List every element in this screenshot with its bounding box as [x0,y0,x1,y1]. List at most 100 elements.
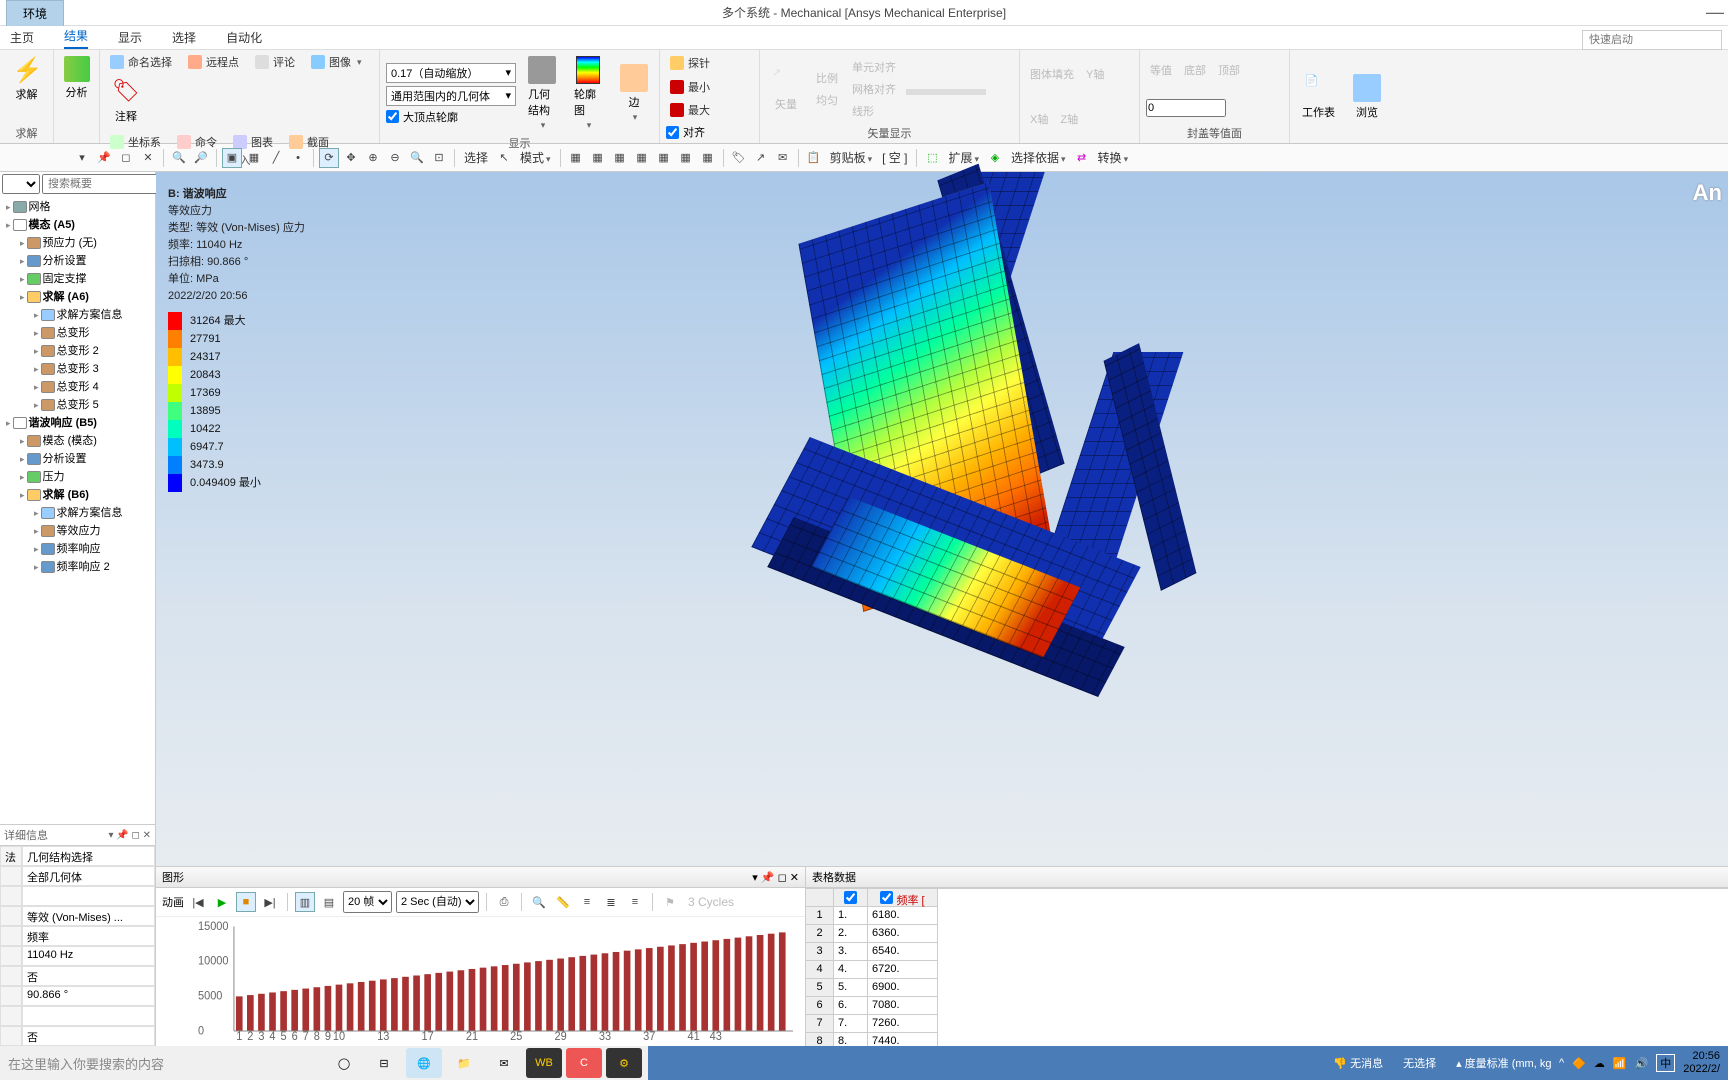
max-button[interactable]: 最大 [666,100,714,120]
menu-result[interactable]: 结果 [64,27,88,49]
tray-expand-icon[interactable]: ^ [1559,1057,1564,1069]
context-tab-env[interactable]: 环境 [6,0,64,26]
zoom-fit-icon[interactable]: ⊕ [363,148,383,168]
tree-item[interactable]: ▸等效应力 [0,522,155,540]
graph-pane-controls[interactable]: ▾ 📌 ◻ ✕ [752,871,799,884]
quick-launch-input[interactable] [1582,30,1722,50]
task-view-icon[interactable]: ◯ [326,1048,362,1078]
tray-cloud-icon[interactable]: ☁ [1594,1057,1605,1070]
ruler-icon[interactable]: 📏 [553,892,573,912]
export-icon[interactable]: ⎙ [494,892,514,912]
view-icon-3[interactable]: ▦ [610,148,630,168]
anim-stop-icon[interactable]: ■ [236,892,256,912]
tree-item[interactable]: ▸总变形 3 [0,360,155,378]
explorer-icon[interactable]: 📁 [446,1048,482,1078]
outline-tree[interactable]: ▸网格▸模态 (A5)▸预应力 (无)▸分析设置▸固定支撑▸求解 (A6)▸求解… [0,196,155,824]
tree-item[interactable]: ▸总变形 [0,324,155,342]
cursor-icon[interactable]: ↖ [494,148,514,168]
tree-item[interactable]: ▸总变形 4 [0,378,155,396]
zoom-box-icon[interactable]: ⊖ [385,148,405,168]
min-button[interactable]: 最小 [666,77,714,97]
minimize-icon[interactable]: — [1706,2,1724,23]
pane-dropdown[interactable]: ▾ [72,148,92,168]
tray-clock[interactable]: 20:562022/2/ [1683,1050,1720,1076]
workbench-icon[interactable]: WB [526,1048,562,1078]
scale-select[interactable]: 0.17（自动缩放）▾ [386,63,516,83]
windows-search[interactable]: 在这里输入你要搜索的内容 [0,1046,320,1080]
tree-item[interactable]: ▸预应力 (无) [0,234,155,252]
probe-button[interactable]: 探针 [666,53,714,73]
time-select[interactable]: 2 Sec (自动) [396,891,479,913]
tree-item[interactable]: ▸网格 [0,198,155,216]
named-selection-button[interactable]: 命名选择 [106,52,176,72]
remote-point-button[interactable]: 远程点 [184,52,243,72]
menu-automation[interactable]: 自动化 [226,29,262,46]
cap-value-input[interactable] [1146,99,1226,117]
tree-item[interactable]: ▸求解方案信息 [0,306,155,324]
edge-button[interactable]: 边 [614,60,654,127]
menu-display[interactable]: 显示 [118,29,142,46]
rotate-icon[interactable]: ⟳ [319,148,339,168]
geometry-button[interactable]: 几何结构 [522,52,562,135]
view-icon-4[interactable]: ▦ [632,148,652,168]
annotation-button[interactable]: 🏷注释 [106,74,146,128]
frames-select[interactable]: 20 帧 [343,891,392,913]
chart-type1-icon[interactable]: ▥ [295,892,315,912]
align-checkbox[interactable]: 对齐 [666,124,705,140]
solve-button[interactable]: ⚡ 求解 [7,52,47,106]
align-right-icon[interactable]: ≡ [625,892,645,912]
filter-vertex-icon[interactable]: • [288,148,308,168]
tree-item[interactable]: ▸求解方案信息 [0,504,155,522]
align-left-icon[interactable]: ≡ [577,892,597,912]
close-pane-icon[interactable]: ✕ [138,148,158,168]
tree-item[interactable]: ▸总变形 5 [0,396,155,414]
menu-select[interactable]: 选择 [172,29,196,46]
pin-icon[interactable]: 📌 [94,148,114,168]
worksheet-button[interactable]: 📄工作表 [1296,70,1341,124]
mechanical-icon[interactable]: ⚙ [606,1048,642,1078]
tray-volume-icon[interactable]: 🔊 [1635,1057,1649,1070]
chart-type2-icon[interactable]: ▤ [319,892,339,912]
graph-view-button[interactable]: 浏览 [1347,70,1387,124]
tree-item[interactable]: ▸总变形 2 [0,342,155,360]
fit-icon[interactable]: ⊡ [429,148,449,168]
tree-item[interactable]: ▸谐波响应 (B5) [0,414,155,432]
edge-icon[interactable]: 🌐 [406,1048,442,1078]
maximize-icon[interactable]: ◻ [116,148,136,168]
zoom-icon[interactable]: 🔍 [407,148,427,168]
large-vertex-checkbox[interactable]: 大顶点轮廓 [386,109,516,125]
tray-wifi-icon[interactable]: 📶 [1613,1057,1627,1070]
scope-select[interactable]: 通用范围内的几何体▾ [386,86,516,106]
frequency-chart[interactable]: 1500010000500001234567891013172125293337… [156,917,805,1046]
cortana-icon[interactable]: ⊟ [366,1048,402,1078]
tray-ime[interactable]: 中 [1656,1054,1675,1072]
zoom-chart-icon[interactable]: 🔍 [529,892,549,912]
view-icon-6[interactable]: ▦ [676,148,696,168]
filter-face-icon[interactable]: ▦ [244,148,264,168]
anim-first-icon[interactable]: |◀ [188,892,208,912]
app-c-icon[interactable]: C [566,1048,602,1078]
align-center-icon[interactable]: ≣ [601,892,621,912]
tray-app-icon[interactable]: 🔶 [1572,1057,1586,1070]
view-icon-5[interactable]: ▦ [654,148,674,168]
mail-icon[interactable]: ✉ [486,1048,522,1078]
view-icon-7[interactable]: ▦ [698,148,718,168]
tree-item[interactable]: ▸模态 (模态) [0,432,155,450]
tree-item[interactable]: ▸分析设置 [0,450,155,468]
mode-label[interactable]: 模式 [516,149,555,166]
anim-last-icon[interactable]: ▶| [260,892,280,912]
tree-item[interactable]: ▸求解 (A6) [0,288,155,306]
zoom-in-icon[interactable]: 🔍 [169,148,189,168]
view-icon-1[interactable]: ▦ [566,148,586,168]
data-table[interactable]: 设置 频率 [11.6180.22.6360.33.6540.44.6720.5… [806,888,1728,1051]
zoom-out-icon[interactable]: 🔎 [191,148,211,168]
tree-filter-select[interactable] [2,174,40,194]
tree-item[interactable]: ▸压力 [0,468,155,486]
tree-item[interactable]: ▸频率响应 2 [0,558,155,576]
menu-home[interactable]: 主页 [10,29,34,46]
view-icon-2[interactable]: ▦ [588,148,608,168]
image-button[interactable]: 图像 [307,52,366,72]
contour-button[interactable]: 轮廓图 [568,52,608,135]
tree-item[interactable]: ▸分析设置 [0,252,155,270]
tree-item[interactable]: ▸固定支撑 [0,270,155,288]
